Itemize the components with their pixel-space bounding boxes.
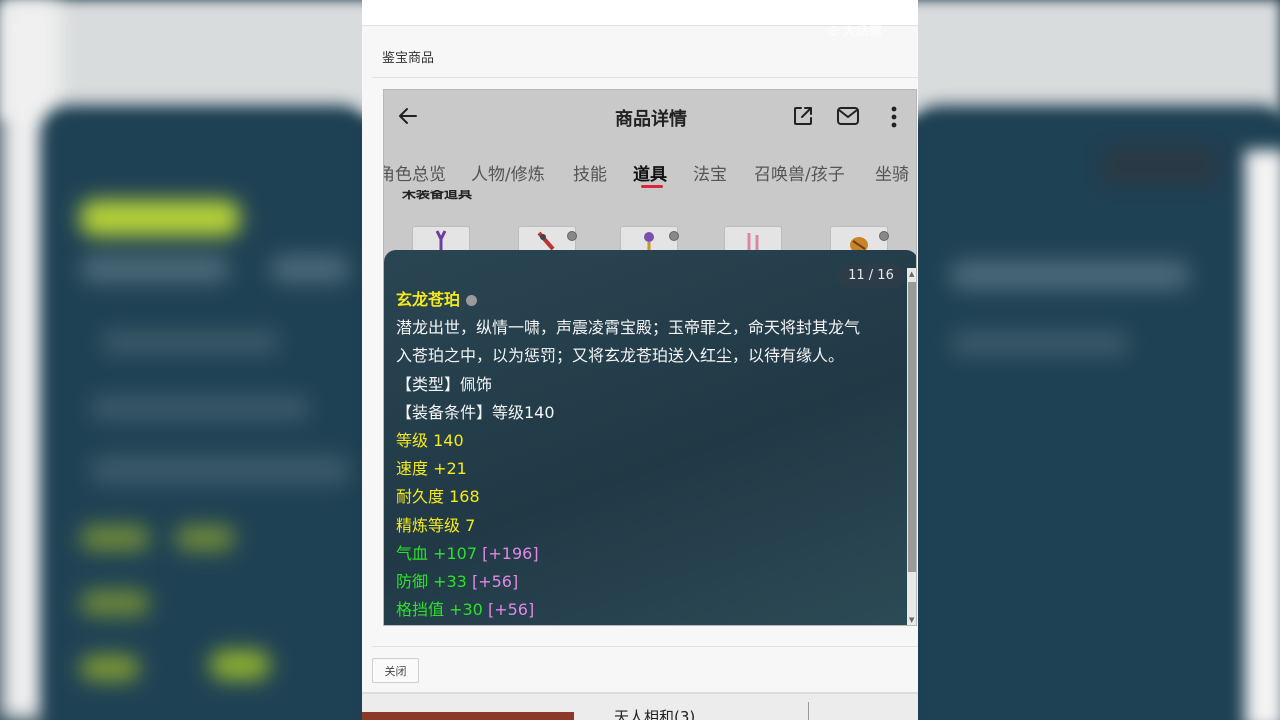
bg-blob — [80, 200, 240, 236]
page-indicator: 11 / 16 — [836, 264, 906, 288]
product-screenshot: 商品详情 角色总览 人物/修炼 技能 道具 法宝 召唤兽/孩子 坐骑 未装备道具… — [383, 89, 917, 626]
tab-overview[interactable]: 角色总览 — [384, 160, 446, 185]
stat-block-row: 格挡值 +30 [+56] — [396, 596, 901, 624]
tab-summons[interactable]: 召唤兽/孩子 — [754, 160, 845, 185]
bg-blob — [80, 590, 150, 616]
stat-level: 等级 140 — [396, 431, 464, 451]
item-description: 入苍珀之中，以为惩罚；又将玄龙苍珀送入红尘，以待有缘人。 — [396, 346, 845, 366]
more-vertical-icon[interactable] — [884, 105, 904, 129]
stat-block: 格挡值 +30 — [396, 600, 483, 620]
scroll-up-icon[interactable]: ▲ — [909, 270, 914, 278]
stat-block-bonus: [+56] — [487, 600, 535, 620]
bg-blob — [80, 525, 150, 551]
stat-durability: 耐久度 168 — [396, 487, 480, 507]
bg-blob — [175, 525, 235, 551]
bg-blob — [210, 650, 270, 680]
stat-defense-row: 防御 +33 [+56] — [396, 568, 901, 596]
bottom-thumbnail — [362, 712, 574, 720]
tab-items[interactable]: 道具 — [633, 160, 667, 185]
tab-character[interactable]: 人物/修炼 — [471, 160, 545, 185]
lock-icon — [669, 231, 679, 241]
item-name: 玄龙苍珀 — [396, 290, 461, 309]
bg-blob — [80, 255, 230, 283]
stat-defense: 防御 +33 — [396, 572, 467, 592]
app-header: 商品详情 — [384, 90, 916, 145]
section-label: 未装备道具 — [402, 190, 472, 202]
mail-icon[interactable] — [836, 106, 860, 126]
stat-refine: 精炼等级 7 — [396, 515, 476, 535]
stat-hp: 气血 +107 — [396, 543, 478, 563]
scrollbar-thumb[interactable] — [908, 282, 916, 572]
appraisal-panel: ⊙ 大話館 鉴宝商品 商品详情 角色总览 人物/修炼 技能 道具 法宝 召唤兽/… — [362, 0, 918, 720]
stat-defense-bonus: [+56] — [471, 572, 519, 592]
watermark: ⊙ 大話館 — [828, 24, 883, 39]
stat-speed: 速度 +21 — [396, 459, 467, 479]
bg-blob — [270, 255, 350, 283]
bg-blob — [90, 395, 310, 421]
panel-title: 鉴宝商品 — [382, 51, 435, 66]
bg-blob — [950, 260, 1190, 290]
item-details: 玄龙苍珀 潜龙出世，纵情一啸，声震凌霄宝殿；玉帝罪之，命天将封其龙气 入苍珀之中… — [396, 286, 901, 624]
active-tab-underline — [641, 185, 663, 188]
divider — [372, 646, 918, 647]
stat-hp-bonus: [+196] — [482, 543, 539, 563]
close-button[interactable]: 关闭 — [372, 658, 419, 683]
bound-icon — [466, 295, 478, 306]
tab-skills[interactable]: 技能 — [573, 160, 607, 185]
tab-treasures[interactable]: 法宝 — [693, 160, 727, 185]
item-description: 潜龙出世，纵情一啸，声震凌霄宝殿；玉帝罪之，命天将封其龙气 — [396, 318, 861, 338]
bg-blob — [100, 330, 280, 354]
bg-blob — [80, 655, 140, 681]
bottom-partial-text: 天人相和(3) — [614, 708, 696, 720]
item-requirement: 【装备条件】等级140 — [396, 402, 555, 422]
bg-right-edge — [1245, 150, 1280, 720]
bg-right-blur — [910, 105, 1280, 720]
item-name-row: 玄龙苍珀 — [396, 286, 901, 314]
share-icon[interactable] — [792, 105, 814, 127]
bg-left-blur — [40, 105, 370, 720]
item-tooltip: 11 / 16 ▲ ▼ 玄龙苍珀 潜龙出世，纵情一啸，声震凌霄宝殿；玉帝罪之，命… — [384, 250, 916, 625]
divider — [808, 702, 809, 720]
divider — [372, 77, 918, 78]
bg-blob — [90, 455, 350, 485]
item-type: 【类型】佩饰 — [396, 374, 493, 394]
stat-hp-row: 气血 +107 [+196] — [396, 540, 901, 568]
scroll-down-icon[interactable]: ▼ — [909, 616, 914, 624]
tab-mounts[interactable]: 坐骑 — [875, 160, 909, 185]
bg-blob — [950, 330, 1130, 356]
bg-blob — [1100, 145, 1220, 185]
lock-icon — [567, 231, 577, 241]
lock-icon — [879, 231, 889, 241]
